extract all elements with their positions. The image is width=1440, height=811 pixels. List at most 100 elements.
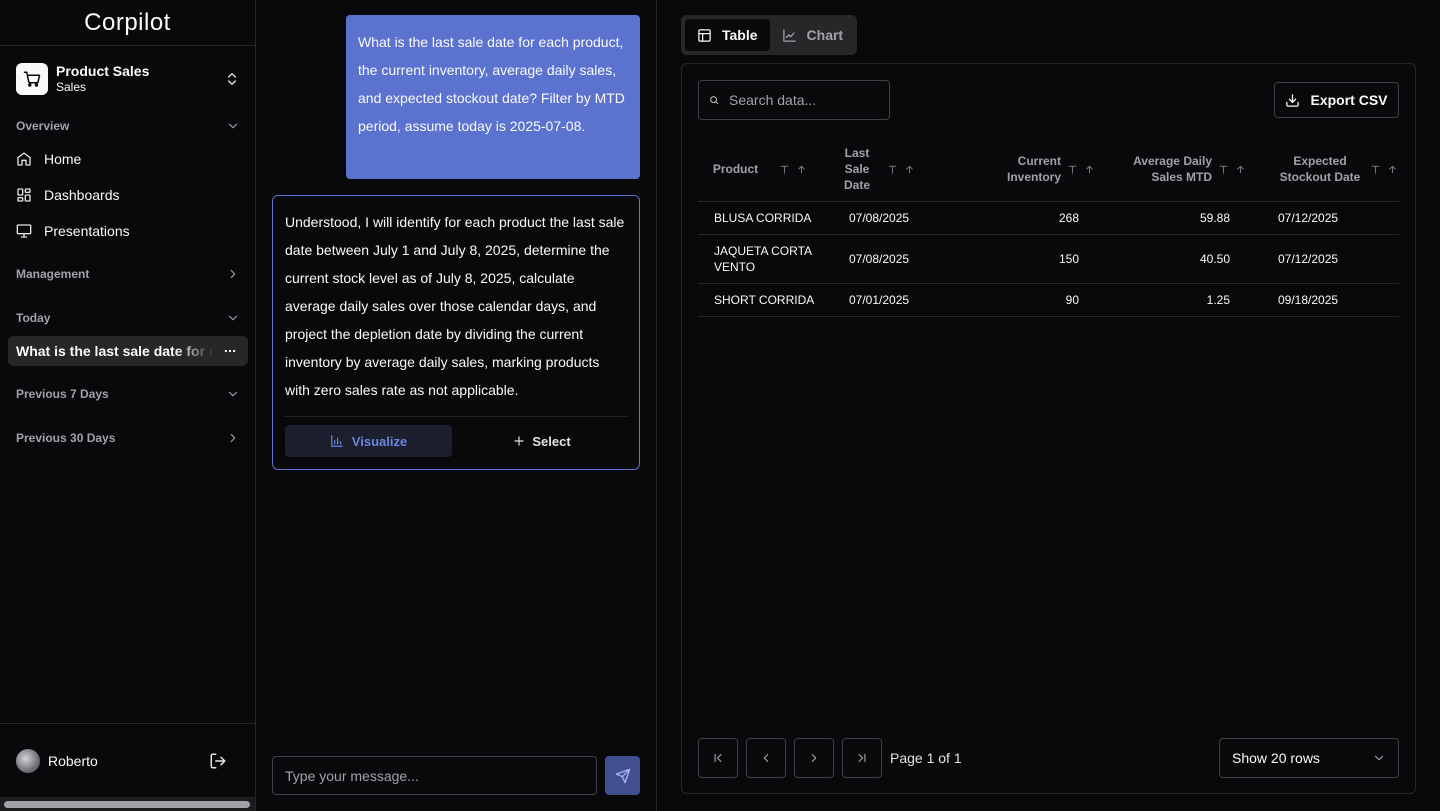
previous-page-button[interactable] [746, 738, 786, 778]
table-header-row: Product Last Sale Date Current Inventory… [698, 138, 1399, 202]
text-type-icon [780, 165, 789, 174]
search-box[interactable] [698, 80, 890, 120]
sidebar-item-label: Presentations [44, 223, 130, 239]
first-page-button[interactable] [698, 738, 738, 778]
chat-history-title: What is the last sale date for each prod… [16, 343, 214, 359]
rows-per-page-select[interactable]: Show 20 rows [1219, 738, 1399, 778]
cell-current-inventory: 90 [951, 283, 1095, 317]
column-header-current-inventory[interactable]: Current Inventory [951, 138, 1095, 202]
select-button[interactable]: Select [456, 425, 627, 457]
visualize-button[interactable]: Visualize [285, 425, 452, 457]
chevrons-up-down-icon [228, 73, 236, 85]
pagination: Page 1 of 1 [698, 738, 962, 778]
logout-icon[interactable] [209, 752, 227, 770]
group-management[interactable]: Management [8, 260, 248, 288]
avatar[interactable] [16, 748, 40, 773]
chevron-down-icon [228, 123, 238, 129]
workspace-switcher[interactable]: Product Sales Sales [8, 54, 248, 104]
group-previous-7-days[interactable]: Previous 7 Days [8, 380, 248, 408]
column-header-last-sale-date[interactable]: Last Sale Date [833, 138, 951, 202]
rows-per-page-value: Show 20 rows [1232, 750, 1320, 766]
page-info: Page 1 of 1 [890, 750, 962, 766]
download-icon [1286, 93, 1300, 107]
group-prev30-label: Previous 30 Days [16, 431, 116, 445]
cell-expected-stockout-date: 07/12/2025 [1246, 201, 1399, 235]
search-input[interactable] [729, 92, 879, 108]
cell-last-sale-date: 07/08/2025 [833, 201, 951, 235]
cell-current-inventory: 150 [951, 234, 1095, 284]
select-label: Select [532, 433, 571, 449]
chevrons-left-icon [714, 753, 722, 763]
sidebar-item-presentations[interactable]: Presentations [8, 215, 248, 247]
group-today-label: Today [16, 311, 51, 325]
next-page-button[interactable] [794, 738, 834, 778]
workspace-title: Product Sales [56, 63, 150, 79]
chat-history-item-active[interactable]: What is the last sale date for each prod… [8, 336, 248, 366]
tab-chart[interactable]: Chart [770, 19, 856, 51]
more-options-icon[interactable] [220, 341, 240, 361]
cell-average-daily-sales: 40.50 [1095, 234, 1246, 284]
text-type-icon [1219, 165, 1228, 174]
last-page-button[interactable] [842, 738, 882, 778]
send-button[interactable] [605, 756, 640, 795]
plus-icon [514, 436, 525, 446]
column-header-product[interactable]: Product [698, 138, 833, 202]
group-previous-30-days[interactable]: Previous 30 Days [8, 424, 248, 452]
message-input[interactable] [272, 756, 597, 795]
results-table: Product Last Sale Date Current Inventory… [698, 138, 1399, 317]
user-name: Roberto [48, 752, 98, 769]
column-label: Average Daily Sales MTD [1133, 154, 1212, 185]
chevron-right-icon [230, 433, 236, 443]
chevron-down-icon [228, 315, 238, 321]
sort-arrow-icon[interactable] [1235, 164, 1246, 175]
sidebar-item-dashboards[interactable]: Dashboards [8, 179, 248, 211]
cell-product: SHORT CORRIDA [698, 283, 833, 317]
bar-chart-icon [330, 435, 343, 447]
column-header-expected-stockout-date[interactable]: Expected Stockout Date [1246, 138, 1399, 202]
group-prev7-label: Previous 7 Days [16, 387, 109, 401]
group-overview[interactable]: Overview [8, 112, 248, 140]
table-row[interactable]: BLUSA CORRIDA 07/08/2025 268 59.88 07/12… [698, 201, 1399, 235]
chevron-down-icon [228, 391, 238, 397]
horizontal-scrollbar[interactable] [0, 797, 255, 811]
sort-arrow-icon[interactable] [904, 164, 915, 175]
group-today[interactable]: Today [8, 304, 248, 332]
table-row[interactable]: JAQUETA CORTA VENTO 07/08/2025 150 40.50… [698, 234, 1399, 284]
table-icon [698, 28, 711, 42]
cell-product: JAQUETA CORTA VENTO [698, 234, 833, 284]
column-label: Product [712, 162, 759, 177]
line-chart-icon [782, 28, 796, 42]
table-row[interactable]: SHORT CORRIDA 07/01/2025 90 1.25 09/18/2… [698, 283, 1399, 317]
chat-panel: What is the last sale date for each prod… [256, 0, 657, 811]
cell-expected-stockout-date: 07/12/2025 [1246, 234, 1399, 284]
user-bar: Roberto [0, 723, 255, 797]
export-csv-label: Export CSV [1310, 92, 1388, 108]
tab-table[interactable]: Table [685, 19, 770, 51]
sort-arrow-icon[interactable] [1387, 164, 1398, 175]
column-label: Last Sale Date [843, 146, 870, 193]
cell-last-sale-date: 07/08/2025 [833, 234, 951, 284]
chevron-right-icon [811, 753, 817, 763]
group-overview-label: Overview [16, 119, 70, 133]
chevron-down-icon [1374, 755, 1384, 761]
divider [285, 416, 627, 417]
assistant-message-text: Understood, I will identify for each pro… [285, 214, 625, 398]
workspace-subtitle: Sales [56, 80, 87, 94]
group-management-label: Management [16, 267, 90, 281]
send-icon [615, 768, 630, 783]
column-label: Current Inventory [1006, 154, 1061, 185]
text-type-icon [888, 165, 897, 174]
column-header-average-daily-sales[interactable]: Average Daily Sales MTD [1095, 138, 1246, 202]
export-csv-button[interactable]: Export CSV [1274, 82, 1399, 118]
scrollbar-thumb[interactable] [4, 801, 250, 808]
sidebar-item-label: Home [44, 151, 82, 167]
sidebar-item-home[interactable]: Home [8, 143, 248, 175]
sort-arrow-icon[interactable] [796, 164, 807, 175]
sort-arrow-icon[interactable] [1084, 164, 1095, 175]
presentation-icon [16, 224, 32, 238]
chevron-left-icon [763, 753, 769, 763]
column-label: Expected Stockout Date [1279, 154, 1361, 185]
text-type-icon [1068, 165, 1077, 174]
cell-expected-stockout-date: 09/18/2025 [1246, 283, 1399, 317]
sidebar-item-label: Dashboards [44, 187, 120, 203]
